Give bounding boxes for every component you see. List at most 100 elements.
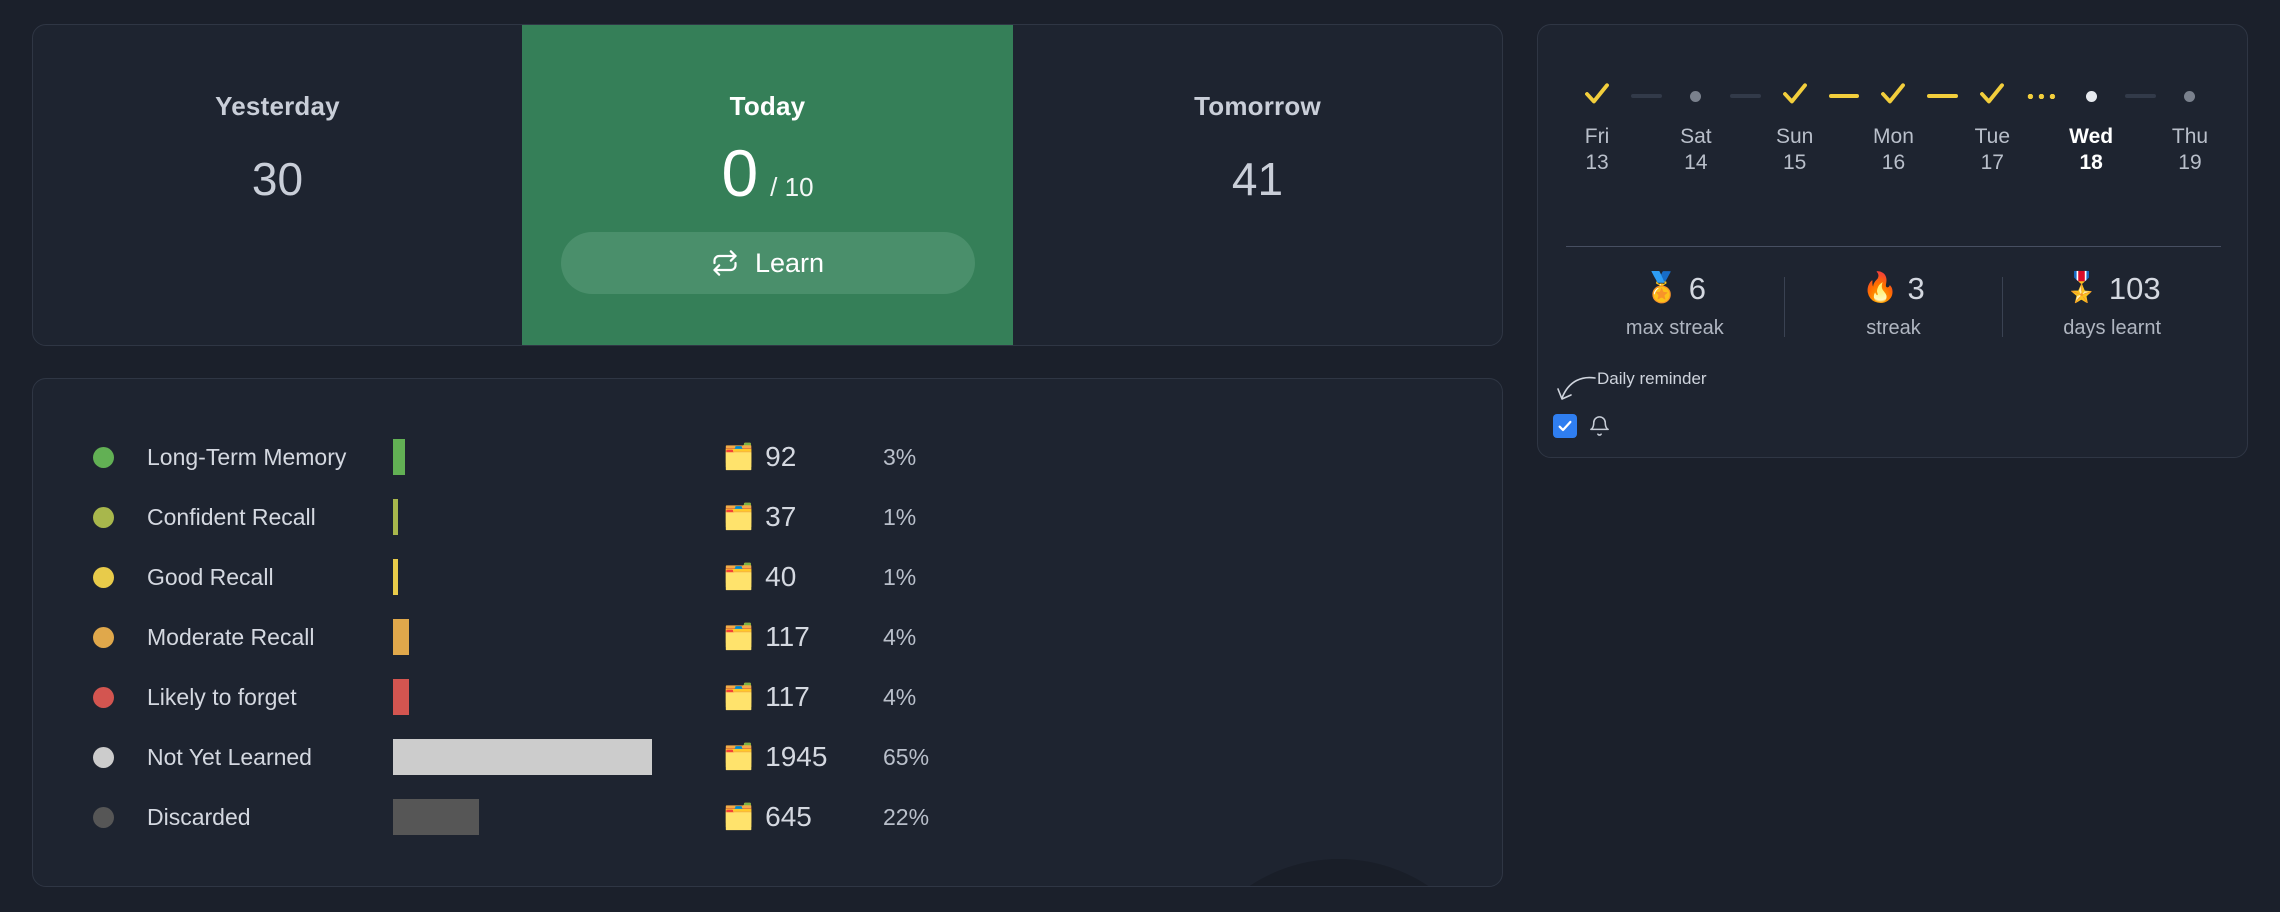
week-day-name: Thu xyxy=(2171,125,2209,148)
card-index-dividers-icon: 🗂️ xyxy=(723,502,755,531)
week-day-name: Sat xyxy=(1680,125,1712,148)
check-icon xyxy=(1878,79,1908,114)
bell-icon[interactable] xyxy=(1588,415,1611,438)
status-color-dot xyxy=(93,566,114,588)
stat-value: 103 xyxy=(2108,271,2161,306)
week-day-name: Tue xyxy=(1974,125,2011,148)
inactive-dot-icon xyxy=(2184,90,2196,102)
daily-summary-card: Yesterday 30 Today 0 / 10 Learn Tomorrow… xyxy=(32,24,1503,346)
week-day-name: Fri xyxy=(1584,125,1610,148)
status-color-dot xyxy=(93,506,114,528)
breakdown-bar-wrap xyxy=(393,739,713,775)
learn-button[interactable]: Learn xyxy=(560,232,975,294)
breakdown-row[interactable]: Confident Recall 🗂️ 37 1% xyxy=(93,487,1073,547)
week-day-fri[interactable]: Fri 13 xyxy=(1566,80,1628,177)
breakdown-percent: 4% xyxy=(883,623,917,650)
rosette-icon: 🎖️ xyxy=(2063,272,2100,304)
breakdown-bar xyxy=(393,619,409,655)
card-index-dividers-icon: 🗂️ xyxy=(723,562,755,591)
connector-line xyxy=(2026,93,2058,99)
breakdown-bar xyxy=(393,679,409,715)
check-icon xyxy=(1977,79,2007,114)
week-day-mark xyxy=(1780,80,1810,112)
breakdown-bar-wrap xyxy=(393,619,713,655)
breakdown-row[interactable]: Likely to forget 🗂️ 117 4% xyxy=(93,667,1073,727)
breakdown-row[interactable]: Long-Term Memory 🗂️ 92 3% xyxy=(93,427,1073,487)
connector-line xyxy=(1631,94,1662,98)
breakdown-label: Moderate Recall xyxy=(147,623,315,650)
breakdown-count: 117 xyxy=(765,681,810,712)
dashboard-root: Yesterday 30 Today 0 / 10 Learn Tomorrow… xyxy=(0,0,2280,912)
breakdown-count-wrap: 🗂️ 117 xyxy=(723,621,883,653)
stat-value: 6 xyxy=(1688,271,1707,306)
week-day-sat[interactable]: Sat 14 xyxy=(1665,80,1727,177)
breakdown-count: 40 xyxy=(765,561,797,592)
status-color-dot xyxy=(93,446,114,468)
breakdown-count: 117 xyxy=(765,621,810,652)
breakdown-count-wrap: 🗂️ 92 xyxy=(723,441,883,473)
daily-reminder-checkbox[interactable] xyxy=(1553,414,1577,438)
confidence-donut-svg xyxy=(1249,859,1429,886)
week-day-number: 19 xyxy=(2178,151,2202,175)
status-color-dot xyxy=(93,806,114,828)
breakdown-bar-wrap xyxy=(393,439,713,475)
connector-line xyxy=(2125,94,2156,98)
week-day-name: Sun xyxy=(1775,125,1814,148)
breakdown-count-wrap: 🗂️ 37 xyxy=(723,501,883,533)
week-day-mark xyxy=(2085,80,2097,112)
memory-breakdown-card: Long-Term Memory 🗂️ 92 3% Confident Recall 🗂️… xyxy=(32,378,1503,887)
yesterday-count: 30 xyxy=(251,153,304,205)
breakdown-count-wrap: 🗂️ 117 xyxy=(723,681,883,713)
connector-line xyxy=(1828,94,1860,98)
week-day-tue[interactable]: Tue 17 xyxy=(1961,80,2023,177)
stat-top: 🔥 3 xyxy=(1862,273,1924,304)
stat-label: streak xyxy=(1866,317,1921,339)
tomorrow-count: 41 xyxy=(1231,153,1284,205)
breakdown-label: Discarded xyxy=(147,803,251,830)
breakdown-label: Good Recall xyxy=(147,563,274,590)
inactive-dot-icon xyxy=(1690,90,1702,102)
week-day-thu[interactable]: Thu 19 xyxy=(2159,80,2221,177)
breakdown-bar-wrap xyxy=(393,679,713,715)
status-color-dot xyxy=(93,746,114,768)
stat-label: max streak xyxy=(1625,317,1724,339)
connector-line xyxy=(1927,94,1959,98)
day-panel-tomorrow[interactable]: Tomorrow 41 xyxy=(1013,25,1502,345)
week-day-number: 13 xyxy=(1585,151,1609,175)
breakdown-row[interactable]: Discarded 🗂️ 645 22% xyxy=(93,787,1073,847)
breakdown-row[interactable]: Not Yet Learned 🗂️ 1945 65% xyxy=(93,727,1073,787)
day-panel-today[interactable]: Today 0 / 10 Learn xyxy=(522,25,1013,345)
breakdown-bar xyxy=(393,439,405,475)
day-panel-yesterday[interactable]: Yesterday 30 xyxy=(33,25,522,345)
week-connector xyxy=(1924,80,1961,112)
week-day-mon[interactable]: Mon 16 xyxy=(1862,80,1924,177)
breakdown-count: 92 xyxy=(765,441,797,472)
week-connector xyxy=(2122,80,2159,112)
breakdown-bar xyxy=(393,799,479,835)
week-day-sun[interactable]: Sun 15 xyxy=(1764,80,1826,177)
week-day-mark xyxy=(1977,80,2007,112)
breakdown-bar xyxy=(393,559,398,595)
breakdown-bar-wrap xyxy=(393,499,713,535)
week-connector xyxy=(2023,80,2060,112)
confidence-donut: 8.3 % Ø CONFIDENCE xyxy=(1178,859,1500,886)
breakdown-percent: 3% xyxy=(883,443,917,470)
breakdown-percent: 22% xyxy=(883,803,930,830)
card-index-dividers-icon: 🗂️ xyxy=(723,682,755,711)
daily-reminder-controls xyxy=(1553,414,1611,438)
breakdown-row[interactable]: Good Recall 🗂️ 40 1% xyxy=(93,547,1073,607)
breakdown-count: 37 xyxy=(765,501,797,532)
breakdown-bar xyxy=(393,499,398,535)
streak-stats-row: 🏅 6 max streak 🔥 3 streak 🎖️ 103 days learnt xyxy=(1566,273,2221,340)
week-day-wed[interactable]: Wed 18 xyxy=(2060,80,2122,177)
streak-divider xyxy=(1566,246,2221,247)
week-connector xyxy=(1727,80,1764,112)
week-day-mark xyxy=(1582,80,1612,112)
card-index-dividers-icon: 🗂️ xyxy=(723,742,755,771)
breakdown-row[interactable]: Moderate Recall 🗂️ 117 4% xyxy=(93,607,1073,667)
today-count: 0 xyxy=(721,136,759,210)
connector-line xyxy=(1729,94,1761,98)
daily-reminder-label: Daily reminder xyxy=(1597,369,1707,388)
breakdown-count: 1945 xyxy=(765,741,828,772)
breakdown-label: Confident Recall xyxy=(147,503,316,530)
